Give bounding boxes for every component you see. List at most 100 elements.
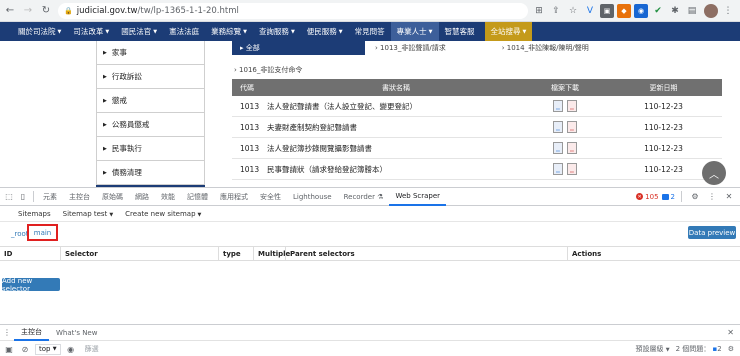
error-counter[interactable]: ✕ 105 [636,193,659,201]
add-new-selector-button[interactable]: Add new selector [2,277,60,293]
extension-box-icon[interactable]: ▣ [600,3,614,18]
nav-item-smart-service[interactable]: 智慧客服 [439,22,481,41]
console-toolbar: ▣ ⊘ top ▼ ◉ 篩選 預設層級 ▼ 2 個問題： ▪2 ⚙ [0,341,740,356]
nav-create-sitemap[interactable]: Create new sitemap ▼ [125,210,201,218]
gear-icon[interactable]: ⚙ [688,190,702,204]
message-counter[interactable]: 2 [661,192,675,201]
drawer-tab-whats-new[interactable]: What's New [49,325,104,341]
pdf-file-icon[interactable]: ▭ [567,100,577,112]
drawer-menu-icon[interactable]: ⋮ [0,328,14,337]
sidebar-item-debt-clearance[interactable]: ▶ 債務清理 [96,161,205,185]
tab-elements[interactable]: 元素 [37,188,63,206]
translate-icon[interactable]: ⊞ [532,4,546,18]
issues-button[interactable]: 2 個問題： ▪2 [676,344,722,354]
tab-web-scraper[interactable]: Web Scraper [389,188,447,206]
nav-sitemap-test[interactable]: Sitemap test ▼ [63,210,114,218]
extensions-puzzle-icon[interactable]: ✱ [668,4,682,18]
odt-file-icon[interactable]: ▭ [553,163,563,175]
nav-label: 司法改革 [73,27,104,36]
subcategory-link-1016[interactable]: › 1016_非訟支付命令 [232,65,302,75]
pdf-file-icon[interactable]: ▭ [567,163,577,175]
odt-file-icon[interactable]: ▭ [553,100,563,112]
log-levels-dropdown[interactable]: 預設層級 ▼ [635,344,669,354]
reload-icon[interactable]: ↻ [38,3,54,19]
tab-lighthouse[interactable]: Lighthouse [287,188,338,206]
nav-label: 國民法官 [121,27,152,36]
scroll-to-top-button[interactable]: ︿ [702,161,726,185]
sidebar-item-label: 行政訴訟 [111,72,142,81]
back-arrow-icon[interactable]: ← [2,3,18,19]
data-preview-button[interactable]: Data preview [688,226,736,239]
drawer-tab-console[interactable]: 主控台 [14,325,49,341]
breadcrumb-root[interactable]: _root [11,230,29,238]
subcategory-link-1014[interactable]: › 1014_非訟陳報/陳明/聲明 [446,43,589,53]
sidebar-item-admin-litigation[interactable]: ▶ 行政訴訟 [96,65,205,89]
extension-orange-icon[interactable]: ◆ [617,3,631,18]
nav-item-services[interactable]: 便民服務 ▼ [301,22,349,41]
close-icon[interactable]: ✕ [722,190,736,204]
extension-check-icon[interactable]: ✔ [651,4,665,18]
sidebar-item-civil-servant-discipline[interactable]: ▶ 公務員懲戒 [96,113,205,137]
nav-item-constitutional-court[interactable]: 憲法法庭 [163,22,205,41]
nav-item-about[interactable]: 關於司法院 ▼ [12,22,67,41]
address-bar[interactable]: 🔒 judicial.gov.tw /tw/lp-1365-1-1-20.htm… [58,2,528,19]
sidebar-toggle-icon[interactable]: ▣ [3,345,15,354]
nav-label: 專業人士 [396,27,427,36]
extension-v-icon[interactable]: V [583,4,597,18]
sidebar-item-discipline[interactable]: ▶ 懲戒 [96,89,205,113]
nav-item-professionals[interactable]: 專業人士 ▼ [390,22,439,41]
webscraper-nav: Sitemaps Sitemap test ▼ Create new sitema… [0,206,740,222]
lock-icon[interactable]: 🔒 [64,7,73,15]
context-selector[interactable]: top ▼ [35,343,61,355]
eye-icon[interactable]: ◉ [65,345,77,354]
clear-console-icon[interactable]: ⊘ [19,345,31,354]
media-icon[interactable]: ▤ [685,4,699,18]
share-icon[interactable]: ⇪ [549,4,563,18]
tab-console[interactable]: 主控台 [63,188,96,206]
odt-file-icon[interactable]: ▭ [553,142,563,154]
nav-sitemaps[interactable]: Sitemaps [18,210,51,218]
nav-item-faq[interactable]: 常見問答 [349,22,391,41]
subcategory-all-option[interactable]: ▸ 全部 [232,41,365,55]
cell-code: 1013 [240,122,260,132]
chevron-down-icon: ▼ [197,211,202,218]
extension-blue-icon[interactable]: ◉ [634,3,648,18]
triangle-right-icon: ▶ [103,97,107,104]
tab-sources[interactable]: 原始碼 [96,188,129,206]
sidebar-item-civil-execution[interactable]: ▶ 民事執行 [96,137,205,161]
tab-memory[interactable]: 記憶體 [181,188,214,206]
devtools-tabbar: ⬚ ▯ 元素 主控台 原始碼 網路 效能 記憶體 應用程式 安全性 Lighth… [0,188,740,206]
nav-item-business[interactable]: 業務綜覽 ▼ [205,22,253,41]
subcategory-link-1013[interactable]: › 1013_非訟聲請/請求 [365,43,446,53]
subcategory-label: 1014_非訟陳報/陳明/聲明 [506,44,589,52]
nav-item-citizen-judges[interactable]: 國民法官 ▼ [115,22,163,41]
menu-kebab-icon[interactable]: ⋮ [721,4,735,18]
bookmark-star-icon[interactable]: ☆ [566,4,580,18]
forward-arrow-icon[interactable]: → [20,3,36,19]
cell-download: ▭ ▭ [525,163,605,175]
nav-item-query[interactable]: 查詢服務 ▼ [253,22,301,41]
nav-item-reform[interactable]: 司法改革 ▼ [67,22,115,41]
tab-security[interactable]: 安全性 [254,188,287,206]
nav-label: Create new sitemap [125,209,196,218]
gear-icon[interactable]: ⚙ [728,345,734,353]
console-filter-input[interactable]: 篩選 [85,344,545,354]
tab-recorder[interactable]: Recorder ⚗ [338,188,390,206]
message-count: 2 [670,192,675,201]
device-toolbar-icon[interactable]: ▯ [16,190,30,204]
inspect-element-icon[interactable]: ⬚ [2,190,16,204]
odt-file-icon[interactable]: ▭ [553,121,563,133]
tab-performance[interactable]: 效能 [155,188,181,206]
tab-application[interactable]: 應用程式 [214,188,254,206]
pdf-file-icon[interactable]: ▭ [567,121,577,133]
site-search-button[interactable]: 全站搜尋 ▼ [484,22,533,41]
breadcrumb-main[interactable]: main [27,224,58,241]
close-icon[interactable]: ✕ [727,328,740,337]
kebab-menu-icon[interactable]: ⋮ [705,190,719,204]
subcategory-panel: ▸ 全部 › 1013_非訟聲請/請求 › 1014_非訟陳報/陳明/聲明 › … [232,41,722,77]
sidebar-item-family[interactable]: ▶ 家事 [96,41,205,65]
pdf-file-icon[interactable]: ▭ [567,142,577,154]
profile-avatar[interactable] [704,3,718,18]
cell-date: 110-12-23 [644,143,683,153]
tab-network[interactable]: 網路 [129,188,155,206]
